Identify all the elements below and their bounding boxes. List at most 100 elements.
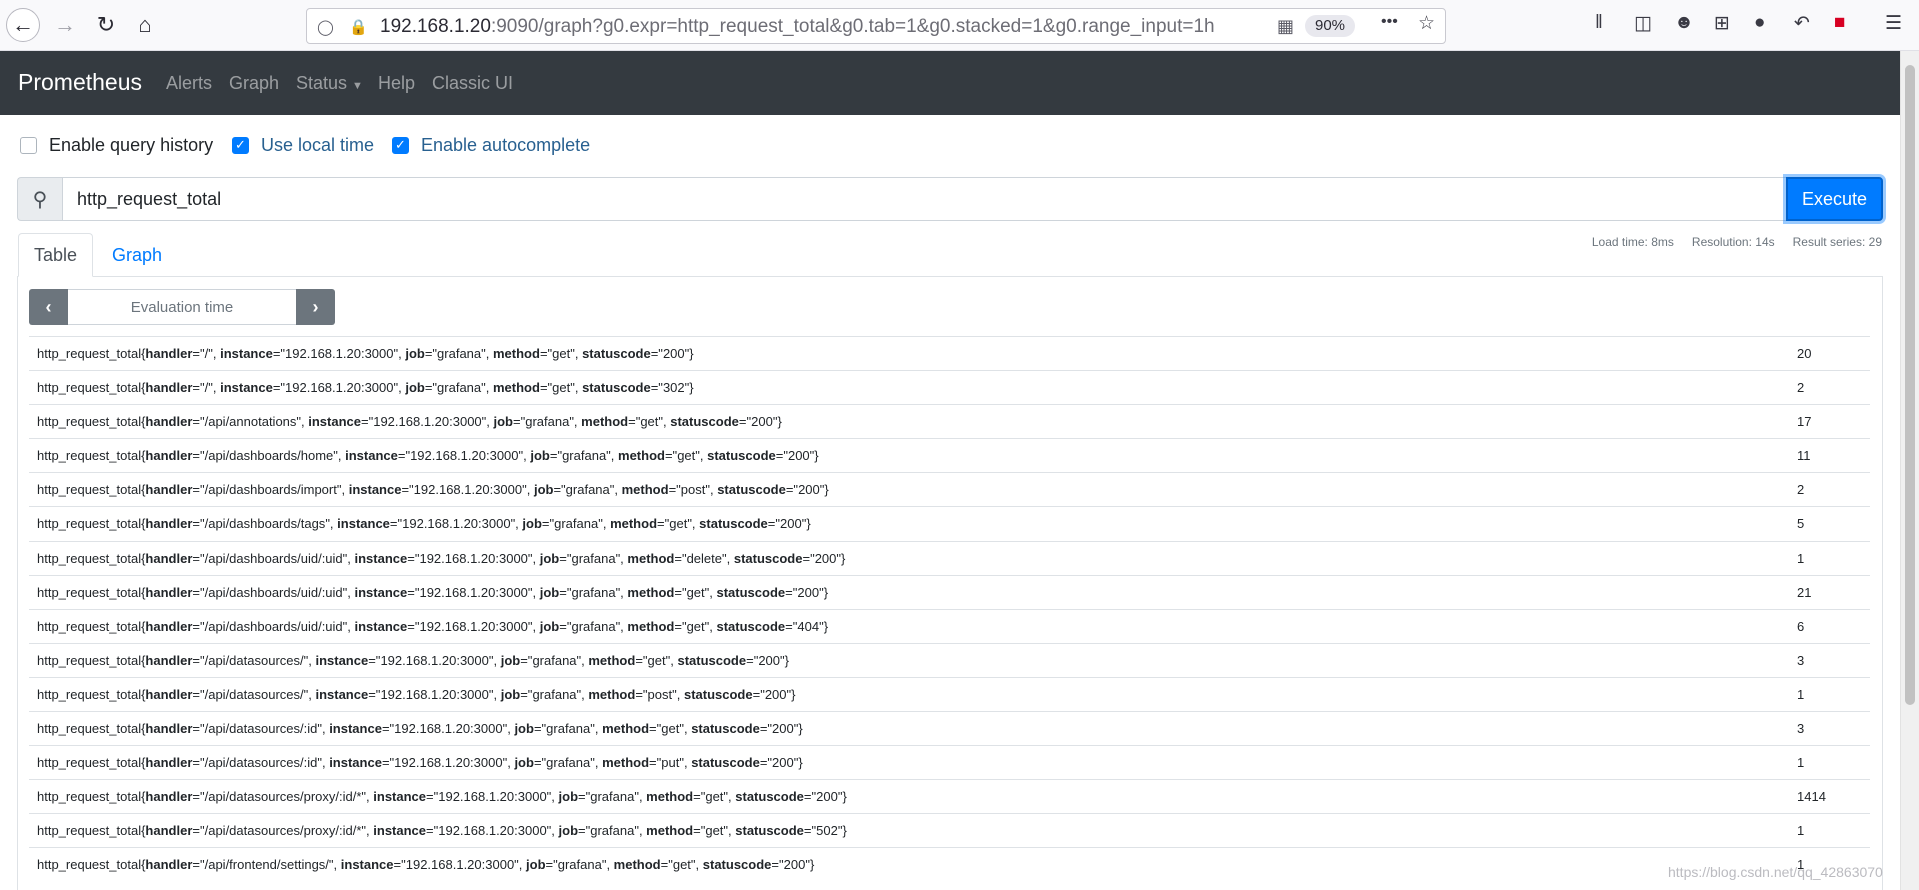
search-icon: ⚲ — [17, 177, 62, 221]
account-icon[interactable]: ☻ — [1674, 12, 1694, 34]
series-value: 6 — [1797, 618, 1805, 634]
table-row: http_request_total{handler="/api/fronten… — [29, 847, 1870, 881]
qr-code-icon[interactable]: ▦ — [1277, 16, 1294, 37]
previous-time-button[interactable]: ‹ — [29, 289, 68, 325]
zoom-level-badge[interactable]: 90% — [1305, 15, 1356, 37]
series-value: 11 — [1797, 448, 1811, 464]
home-icon[interactable]: ⌂ — [128, 8, 162, 42]
query-history-checkbox[interactable] — [20, 136, 37, 154]
nav-graph[interactable]: Graph — [229, 73, 279, 94]
option-query-history[interactable]: Enable query history — [20, 134, 213, 156]
label-value: 192.168.1.20:3000 — [394, 721, 503, 737]
series-labels: http_request_total{handler="/api/dashboa… — [37, 448, 819, 464]
metric-name: http_request_total — [37, 482, 142, 498]
library-icon[interactable]: ‖ — [1595, 12, 1603, 34]
url-text[interactable]: 192.168.1.20:9090/graph?g0.expr=http_req… — [380, 16, 1215, 38]
label-key: instance — [220, 346, 273, 361]
label-key: method — [602, 721, 650, 737]
label-key: method — [618, 448, 665, 464]
query-stats: Load time: 8ms Resolution: 14s Result se… — [1592, 235, 1882, 249]
chat-icon[interactable]: ● — [1754, 12, 1765, 34]
label-value: 192.168.1.20:3000 — [438, 789, 547, 805]
menu-hamburger-icon[interactable]: ☰ — [1885, 12, 1902, 35]
resolution: Resolution: 14s — [1691, 235, 1775, 249]
table-row: http_request_total{handler="/api/dashboa… — [29, 472, 1870, 506]
label-value: grafana — [525, 414, 570, 430]
label-key: instance — [354, 618, 408, 634]
label-value: 192.168.1.20:3000 — [394, 755, 503, 771]
sidebar-icon[interactable]: ◫ — [1634, 12, 1652, 35]
label-value: /api/datasources/ — [204, 686, 304, 702]
insecure-lock-icon[interactable]: 🔒 — [349, 18, 368, 36]
nav-help[interactable]: Help — [378, 73, 415, 94]
label-key: handler — [145, 652, 193, 668]
metric-name: http_request_total — [37, 414, 142, 430]
next-time-button[interactable]: › — [296, 289, 335, 325]
table-row: http_request_total{handler="/api/datasou… — [29, 813, 1870, 847]
label-key: handler — [145, 414, 193, 430]
label-value: 302 — [662, 380, 685, 396]
label-value: grafana — [571, 584, 616, 600]
reload-icon[interactable]: ↻ — [89, 8, 123, 42]
screenshot-crop-icon[interactable]: ⊞ — [1714, 12, 1730, 35]
query-history-label: Enable query history — [49, 134, 214, 155]
label-key: handler — [145, 823, 193, 839]
label-value: 200 — [751, 414, 773, 430]
label-key: statuscode — [735, 789, 804, 805]
nav-status[interactable]: Status ▼ — [296, 73, 363, 94]
more-actions-icon[interactable]: ••• — [1381, 13, 1398, 31]
label-key: handler — [145, 755, 193, 771]
label-value: /api/dashboards/tags — [204, 516, 326, 532]
label-key: handler — [145, 618, 193, 634]
label-key: method — [588, 652, 636, 668]
label-value: 200 — [758, 652, 781, 668]
label-key: job — [500, 652, 521, 668]
metric-name: http_request_total — [37, 516, 142, 532]
metric-name: http_request_total — [37, 618, 142, 634]
label-value: /api/dashboards/import — [204, 482, 337, 498]
label-key: statuscode — [699, 516, 768, 532]
local-time-checkbox[interactable]: ✓ — [232, 136, 249, 154]
tab-graph[interactable]: Graph — [97, 233, 177, 277]
brand-logo-text[interactable]: Prometheus — [18, 69, 142, 96]
label-key: statuscode — [691, 721, 760, 737]
label-key: statuscode — [733, 550, 803, 566]
table-row: http_request_total{handler="/api/dashboa… — [29, 608, 1870, 643]
nav-alerts[interactable]: Alerts — [166, 73, 212, 94]
metric-name: http_request_total — [37, 584, 142, 600]
label-key: job — [539, 584, 560, 600]
undo-icon[interactable]: ↶ — [1794, 12, 1810, 35]
label-value: 200 — [814, 550, 837, 566]
label-value: 192.168.1.20:3000 — [285, 346, 394, 361]
execute-button[interactable]: Execute — [1786, 177, 1883, 221]
nav-classic-ui[interactable]: Classic UI — [432, 73, 513, 94]
label-value: 200 — [772, 721, 794, 737]
label-key: handler — [145, 380, 193, 396]
label-key: handler — [145, 721, 193, 737]
autocomplete-checkbox[interactable]: ✓ — [392, 136, 409, 154]
table-row: http_request_total{handler="/api/dashboa… — [29, 438, 1870, 472]
option-local-time[interactable]: ✓ Use local time — [232, 134, 374, 156]
scrollbar-thumb[interactable] — [1905, 65, 1915, 705]
label-key: statuscode — [582, 380, 651, 396]
page-scrollbar[interactable] — [1900, 51, 1919, 890]
forward-arrow-icon[interactable]: → — [48, 8, 82, 42]
label-value: 192.168.1.20:3000 — [410, 448, 519, 464]
expression-input[interactable]: http_request_total — [62, 177, 1803, 221]
tab-table[interactable]: Table — [18, 233, 93, 277]
address-bar[interactable]: ◯ 🔒 192.168.1.20:9090/graph?g0.expr=http… — [306, 8, 1446, 44]
label-key: instance — [373, 789, 427, 805]
label-key: handler — [145, 550, 193, 566]
label-key: method — [492, 380, 540, 396]
extension-icon[interactable]: ■ — [1834, 12, 1845, 34]
label-value: get — [686, 618, 705, 634]
back-arrow-icon[interactable]: ← — [6, 8, 40, 42]
shield-icon[interactable]: ◯ — [317, 18, 334, 36]
bookmark-star-icon[interactable]: ☆ — [1418, 12, 1435, 35]
label-value: 192.168.1.20:3000 — [402, 516, 511, 532]
label-value: 200 — [816, 789, 838, 805]
evaluation-time-input[interactable]: Evaluation time — [68, 289, 296, 325]
label-value: 192.168.1.20:3000 — [405, 857, 515, 873]
metric-name: http_request_total — [37, 652, 142, 668]
option-autocomplete[interactable]: ✓ Enable autocomplete — [392, 134, 590, 156]
